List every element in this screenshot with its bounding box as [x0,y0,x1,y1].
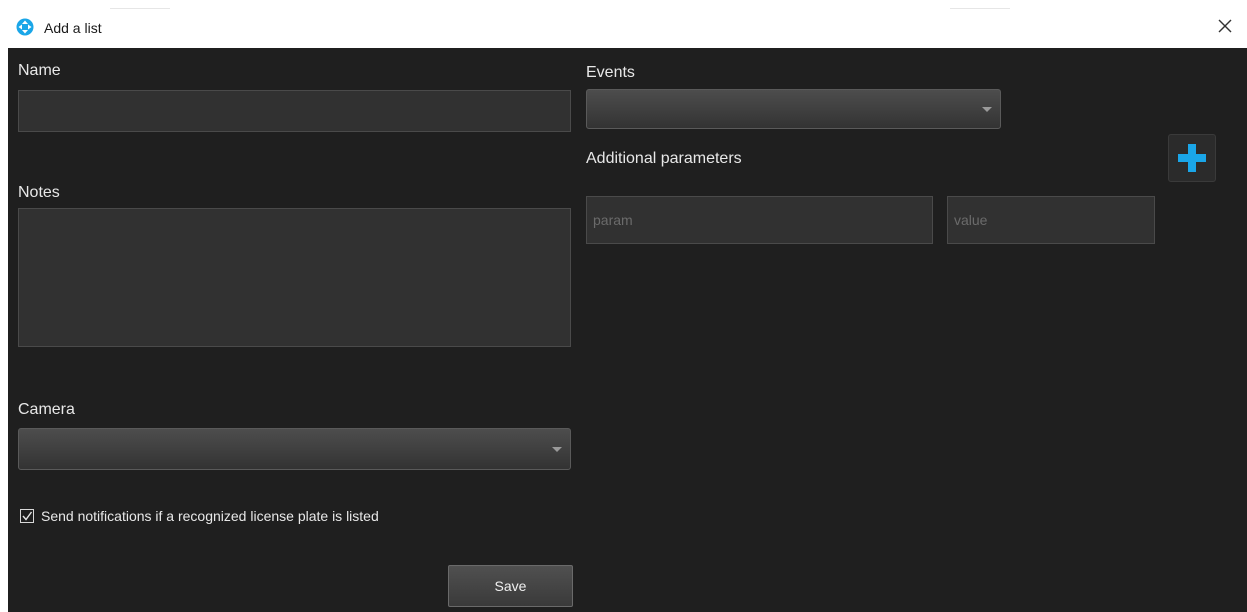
events-dropdown[interactable] [586,89,1001,129]
checkmark-icon [22,511,33,521]
camera-label: Camera [18,401,75,418]
notify-checkbox[interactable] [20,509,34,523]
close-icon [1218,19,1232,33]
plus-icon [1178,144,1206,172]
save-button[interactable]: Save [448,565,573,607]
param-input[interactable] [586,196,933,244]
title-bar-edge [110,8,170,9]
chevron-down-icon [552,447,562,452]
chevron-down-icon [982,107,992,112]
camera-dropdown[interactable] [18,428,571,470]
title-bar: Add a list [0,0,1247,48]
notes-label: Notes [18,184,60,201]
close-button[interactable] [1213,14,1237,38]
dialog-content: Name Notes Camera Send notifications if … [8,48,1247,612]
notify-checkbox-label: Send notifications if a recognized licen… [41,508,379,524]
notes-textarea[interactable] [18,208,571,347]
name-label: Name [18,62,61,79]
events-label: Events [586,64,635,81]
additional-parameters-label: Additional parameters [586,150,742,167]
milestone-logo-icon [16,18,34,36]
title-bar-edge [950,8,1010,9]
add-parameter-button[interactable] [1168,134,1216,182]
value-input[interactable] [947,196,1155,244]
name-input[interactable] [18,90,571,132]
window-title: Add a list [44,20,102,36]
